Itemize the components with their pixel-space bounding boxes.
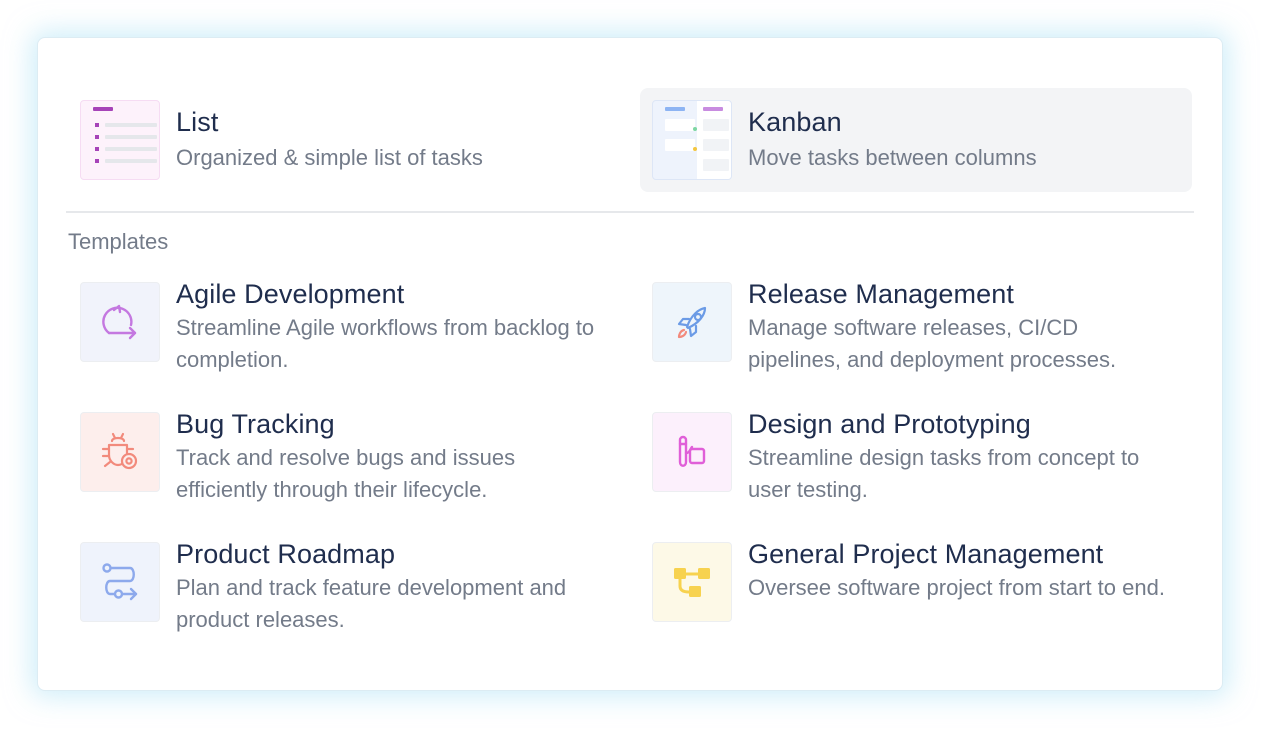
template-design-prototyping[interactable]: Design and Prototyping Streamline design… <box>652 409 1168 512</box>
template-description: Streamline Agile workflows from backlog … <box>176 315 595 372</box>
template-title: General Project Management <box>748 539 1104 569</box>
roadmap-icon <box>80 542 160 622</box>
divider <box>66 211 1194 213</box>
list-preview-icon <box>80 100 160 180</box>
new-project-panel: List Organized & simple list of tasks Ka… <box>37 37 1223 691</box>
kanban-preview-icon <box>652 100 732 180</box>
template-title: Bug Tracking <box>176 409 335 439</box>
template-description: Streamline design tasks from concept to … <box>748 445 1140 502</box>
template-agile-development[interactable]: Agile Development Streamline Agile workf… <box>80 279 596 382</box>
template-title: Product Roadmap <box>176 539 396 569</box>
view-option-description: Move tasks between columns <box>748 145 1037 170</box>
rocket-icon <box>652 282 732 362</box>
view-option-title: Kanban <box>748 107 842 137</box>
template-title: Agile Development <box>176 279 405 309</box>
template-product-roadmap[interactable]: Product Roadmap Plan and track feature d… <box>80 539 596 642</box>
template-description: Track and resolve bugs and issues effici… <box>176 445 516 502</box>
hierarchy-icon <box>652 542 732 622</box>
bug-icon <box>80 412 160 492</box>
view-option-kanban[interactable]: Kanban Move tasks between columns <box>640 88 1192 192</box>
template-description: Manage software releases, CI/CD pipeline… <box>748 315 1117 372</box>
templates-heading: Templates <box>68 229 169 254</box>
template-release-management[interactable]: Release Management Manage software relea… <box>652 279 1168 382</box>
agile-loop-icon <box>80 282 160 362</box>
template-description: Plan and track feature development and p… <box>176 575 567 632</box>
template-general-project-management[interactable]: General Project Management Oversee softw… <box>652 539 1168 642</box>
template-bug-tracking[interactable]: Bug Tracking Track and resolve bugs and … <box>80 409 596 512</box>
view-option-list[interactable]: List Organized & simple list of tasks <box>68 88 620 192</box>
design-tools-icon <box>652 412 732 492</box>
template-description: Oversee software project from start to e… <box>748 575 1165 600</box>
template-title: Design and Prototyping <box>748 409 1031 439</box>
view-option-description: Organized & simple list of tasks <box>176 145 483 170</box>
view-option-title: List <box>176 107 219 137</box>
template-title: Release Management <box>748 279 1014 309</box>
